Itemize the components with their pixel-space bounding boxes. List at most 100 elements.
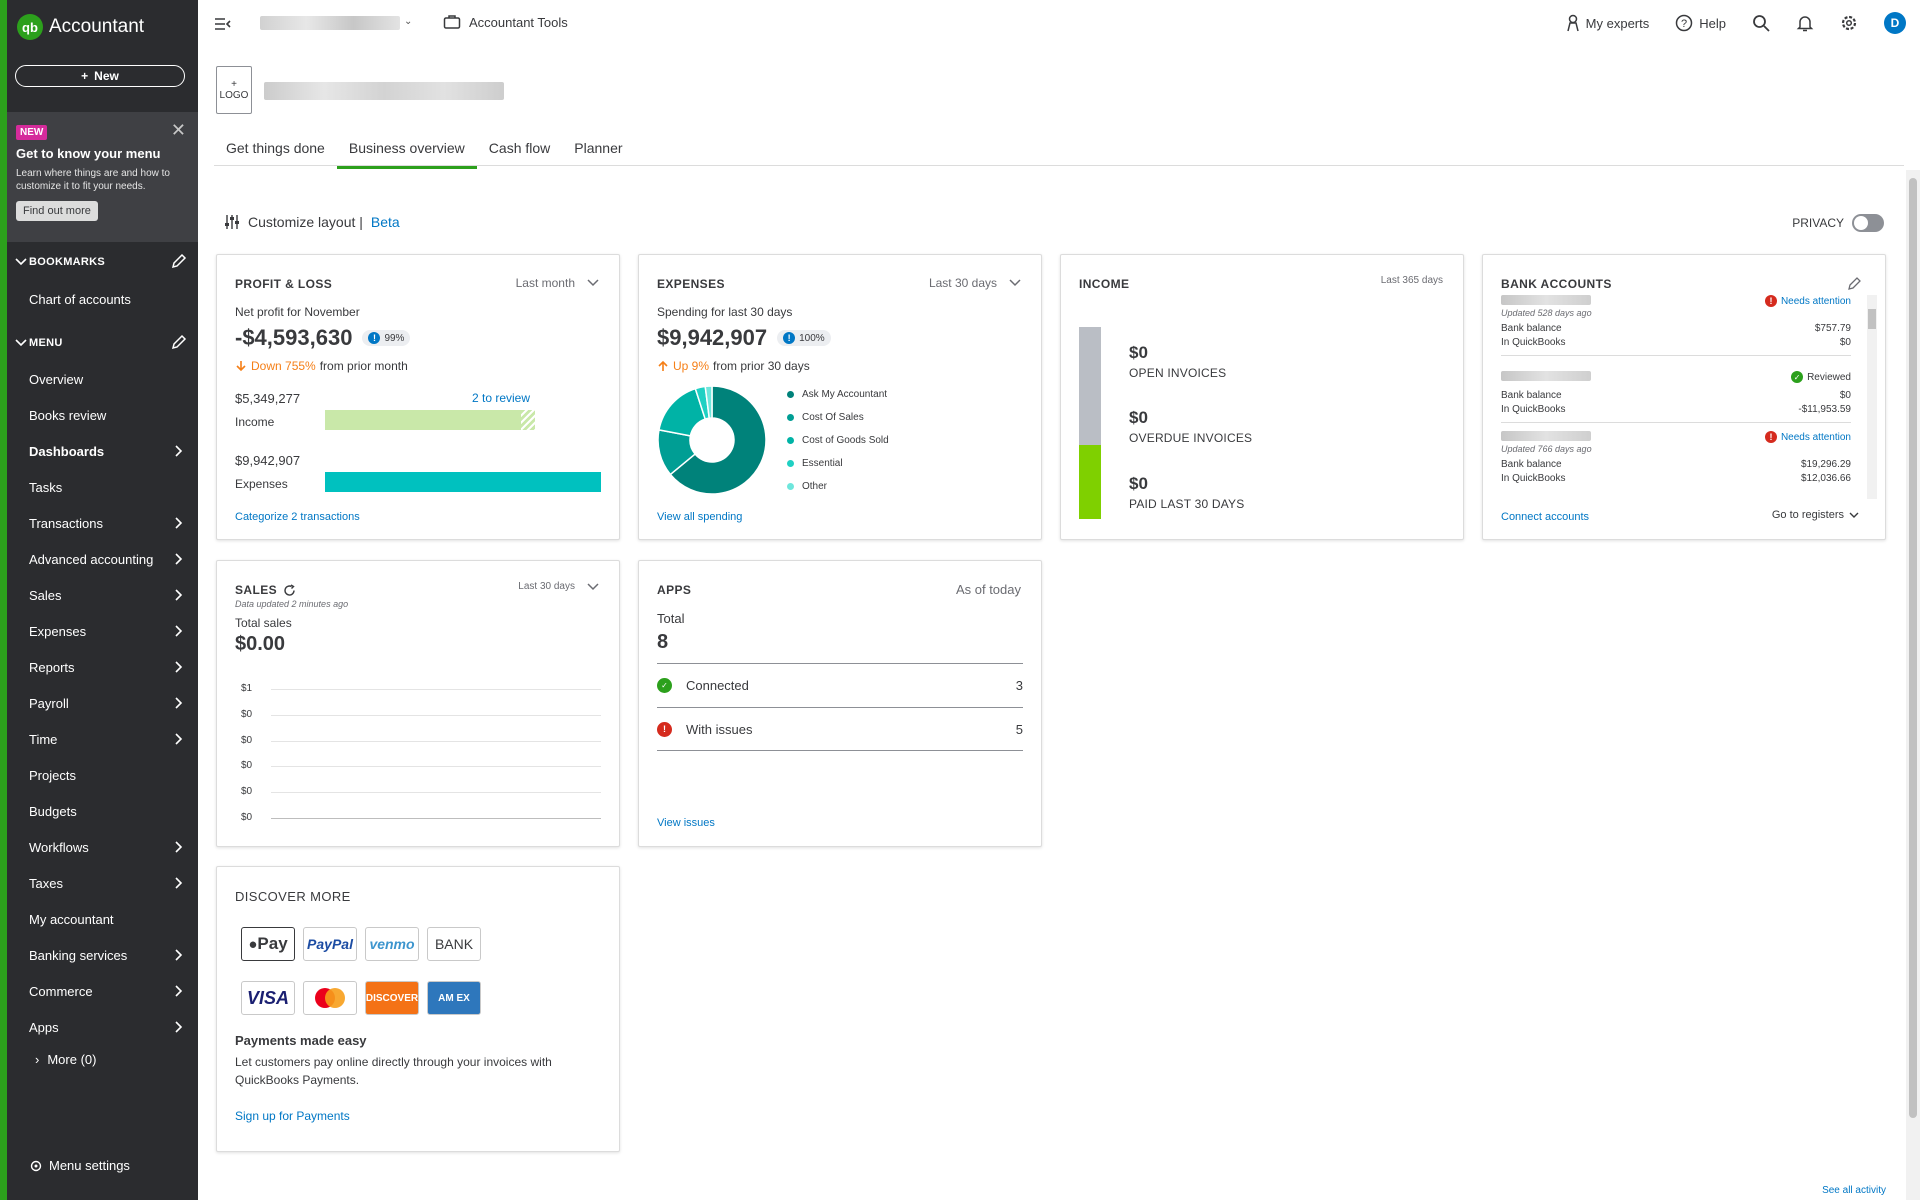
bank-status[interactable]: ! Needs attention [1764,431,1851,443]
bank-status[interactable]: ✓ Reviewed [1791,371,1851,383]
gridline [271,740,601,742]
legend-item[interactable]: Cost Of Sales [787,406,889,429]
paid-summary[interactable]: $0 PAID LAST 30 DAYS [1129,474,1244,511]
customize-layout-button[interactable]: Customize layout | Beta [224,214,400,230]
expenses-bar-fill [325,472,601,492]
page-scrollbar[interactable] [1906,170,1920,1200]
company-switcher[interactable] [260,16,400,30]
sidebar-item-label: Chart of accounts [29,291,131,307]
bookmarks-section-header[interactable]: BOOKMARKS [7,250,198,274]
expenses-bar[interactable] [325,472,601,492]
sidebar-item-dashboards[interactable]: Dashboards [7,436,198,466]
bookmarks-label: BOOKMARKS [29,256,106,268]
app-logo[interactable]: qb Accountant [17,14,144,40]
view-all-spending-link[interactable]: View all spending [657,511,742,523]
privacy-control: PRIVACY [1792,214,1884,232]
legend-item[interactable]: Ask My Accountant [787,383,889,406]
period-dropdown[interactable]: Last 30 days [518,581,599,592]
legend-item[interactable]: Other [787,475,889,498]
find-out-more-button[interactable]: Find out more [16,201,98,221]
sidebar-item-chart-of-accounts[interactable]: Chart of accounts [7,284,198,314]
sidebar-item-label: Books review [29,407,107,423]
legend-item[interactable]: Cost of Goods Sold [787,429,889,452]
sidebar-item-apps[interactable]: Apps [7,1012,198,1042]
edit-bookmarks-pencil-icon[interactable] [170,252,188,270]
menu-section-header[interactable]: MENU [7,331,198,355]
chevron-down-icon [1849,512,1859,518]
new-button[interactable]: + New [15,65,185,87]
connect-accounts-link[interactable]: Connect accounts [1501,511,1589,523]
sidebar-item-expenses[interactable]: Expenses [7,616,198,646]
go-to-registers-dropdown[interactable]: Go to registers [1772,509,1859,521]
sidebar-item-workflows[interactable]: Workflows [7,832,198,862]
period-dropdown[interactable]: Last month [516,276,599,290]
sidebar-item-my-accountant[interactable]: My accountant [7,904,198,934]
settings-button[interactable] [1840,14,1858,32]
close-icon[interactable]: ✕ [171,120,186,141]
income-bar[interactable] [325,410,601,430]
privacy-toggle[interactable] [1852,214,1884,232]
chevron-right-icon [175,877,183,889]
bank-balance-label: Bank balance [1501,322,1562,334]
sidebar-item-sales[interactable]: Sales [7,580,198,610]
expenses-donut-chart[interactable] [657,385,767,495]
notifications-button[interactable] [1796,14,1814,32]
scroll-thumb[interactable] [1909,178,1917,1118]
menu-settings-button[interactable]: Menu settings [29,1158,130,1173]
open-invoices-bar[interactable] [1079,327,1101,445]
scroll-thumb[interactable] [1868,309,1876,329]
pencil-icon[interactable] [1847,275,1863,291]
net-profit-amount: -$4,593,630 [235,325,353,350]
chevron-right-icon [175,1021,183,1033]
user-avatar[interactable]: D [1884,12,1906,34]
sidebar-item-more[interactable]: › More (0) [35,1052,96,1067]
sidebar-item-payroll[interactable]: Payroll [7,688,198,718]
paypal-logo: PayPal [303,927,357,961]
sidebar-item-reports[interactable]: Reports [7,652,198,682]
sidebar-item-budgets[interactable]: Budgets [7,796,198,826]
completeness-badge[interactable]: ! 99% [362,330,411,346]
sidebar-item-overview[interactable]: Overview [7,364,198,394]
see-all-activity-link[interactable]: See all activity [1822,1185,1886,1196]
sidebar-item-commerce[interactable]: Commerce [7,976,198,1006]
alert-circle-icon: ! [1764,295,1777,307]
sidebar-item-taxes[interactable]: Taxes [7,868,198,898]
sidebar-item-banking-services[interactable]: Banking services [7,940,198,970]
bank-status-label: Needs attention [1780,295,1851,307]
sidebar-item-advanced-accounting[interactable]: Advanced accounting [7,544,198,574]
completeness-badge[interactable]: ! 100% [777,330,831,346]
collapse-menu-icon[interactable] [214,16,232,32]
search-button[interactable] [1752,14,1770,32]
sidebar-item-tasks[interactable]: Tasks [7,472,198,502]
view-issues-link[interactable]: View issues [657,817,715,829]
review-link[interactable]: 2 to review [472,391,530,405]
accountant-tools-button[interactable]: Accountant Tools [443,14,568,30]
app-name: Accountant [49,16,145,37]
overdue-invoices-summary[interactable]: $0 OVERDUE INVOICES [1129,408,1252,445]
legend-item[interactable]: Essential [787,452,889,475]
sidebar-item-books-review[interactable]: Books review [7,400,198,430]
apps-connected-row[interactable]: ✓ Connected 3 [657,663,1023,707]
chevron-right-icon [175,985,183,997]
edit-menu-pencil-icon[interactable] [170,333,188,351]
period-dropdown[interactable]: Last 30 days [929,276,1021,290]
open-invoices-summary[interactable]: $0 OPEN INVOICES [1129,343,1226,380]
refresh-icon[interactable] [283,583,296,597]
company-logo-upload[interactable]: + LOGO [216,66,252,114]
bank-account-entry[interactable]: ✓ Reviewed Bank balance $0 In QuickBooks -$11… [1501,371,1851,423]
my-experts-button[interactable]: My experts [1566,14,1649,32]
bank-list-scrollbar[interactable] [1867,295,1877,499]
bank-account-entry[interactable]: ! Needs attention Updated 528 days ago Bank… [1501,295,1851,356]
sign-up-payments-link[interactable]: Sign up for Payments [235,1109,350,1123]
sidebar-item-projects[interactable]: Projects [7,760,198,790]
bank-status[interactable]: ! Needs attention [1764,295,1851,307]
income-amount: $5,349,277 [235,391,301,406]
categorize-link[interactable]: Categorize 2 transactions [235,511,360,523]
sidebar-item-time[interactable]: Time [7,724,198,754]
bank-account-entry[interactable]: ! Needs attention Updated 766 days ago Bank… [1501,431,1851,491]
apps-issues-row[interactable]: ! With issues 5 [657,707,1023,751]
paid-bar[interactable] [1079,445,1101,519]
help-button[interactable]: ? Help [1675,14,1726,32]
sidebar-item-transactions[interactable]: Transactions [7,508,198,538]
chevron-down-icon[interactable]: ⌄ [404,16,412,27]
